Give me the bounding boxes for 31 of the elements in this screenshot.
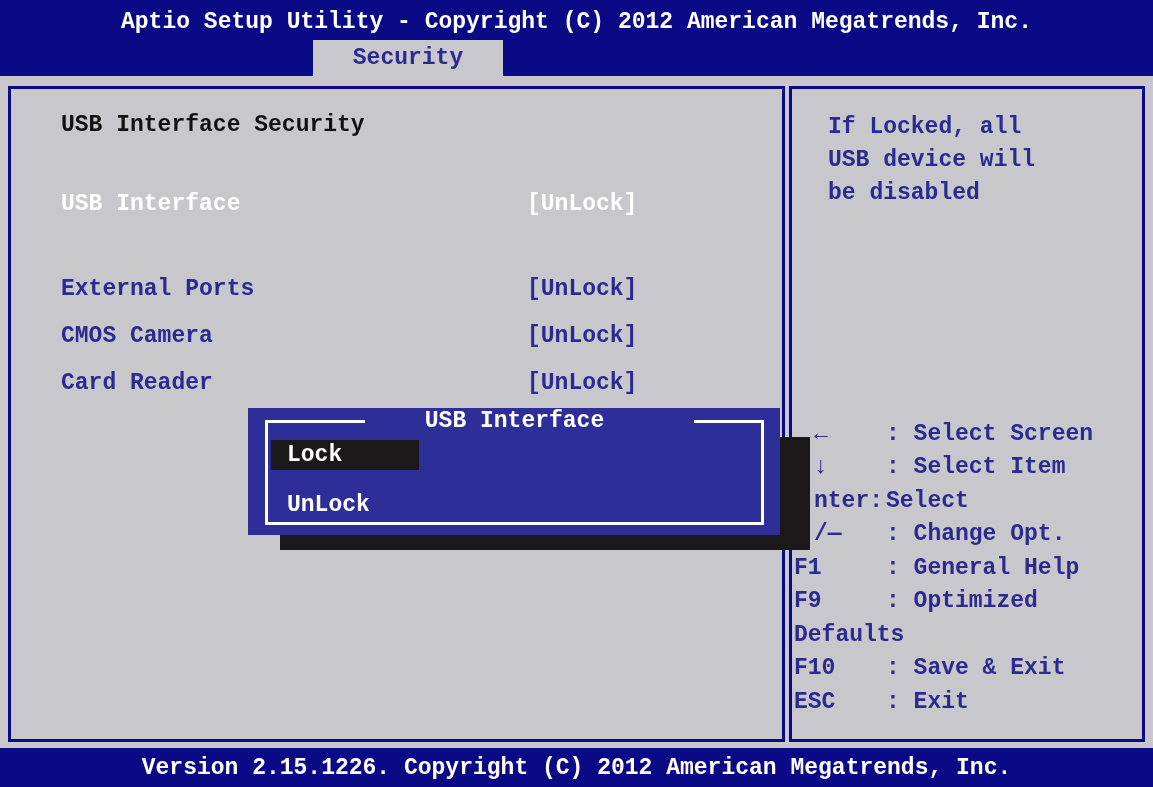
key-description: : Select Item [886, 453, 1066, 482]
section-heading: USB Interface Security [61, 111, 366, 140]
key-name: F10 [794, 655, 836, 681]
key-name: nter: [813, 487, 883, 514]
setting-label[interactable]: External Ports [61, 266, 527, 313]
key-name: ESC [794, 688, 836, 715]
setting-value[interactable]: [UnLock] [527, 360, 638, 407]
key-description: Defaults [793, 620, 905, 650]
popup-title: USB Interface [423, 407, 606, 435]
key-name: /— [813, 521, 842, 547]
key-description: : Optimized [886, 587, 1038, 616]
key-name: ↓ [813, 454, 828, 480]
key-description: : Change Opt. [886, 520, 1066, 549]
key-description: : Exit [886, 687, 969, 717]
window-title: Aptio Setup Utility - Copyright (C) 2012 American Megatrends, Inc. [120, 8, 1033, 37]
tab[interactable]: Security [313, 40, 503, 76]
key-description: : Save & Exit [886, 654, 1066, 683]
key-description: Select [886, 486, 969, 516]
help-text: If Locked, all USB device will be disabled [827, 113, 1037, 208]
popup-option[interactable]: Lock [271, 440, 419, 470]
key-description: : General Help [886, 553, 1080, 583]
popup-option[interactable]: UnLock [271, 490, 419, 520]
setting-label[interactable]: Card Reader [61, 360, 527, 407]
version-text: Version 2.15.1226. Copyright (C) 2012 American Megatrends, Inc. [141, 754, 1012, 781]
key-description: : Select Screen [886, 419, 1094, 449]
key-name: ← [813, 420, 828, 447]
setting-value[interactable]: [UnLock] [527, 313, 638, 360]
key-name: F9 [794, 588, 822, 614]
key-name: F1 [794, 554, 822, 581]
setting-label[interactable]: CMOS Camera [61, 313, 527, 360]
setting-value[interactable]: [UnLock] [527, 266, 638, 313]
